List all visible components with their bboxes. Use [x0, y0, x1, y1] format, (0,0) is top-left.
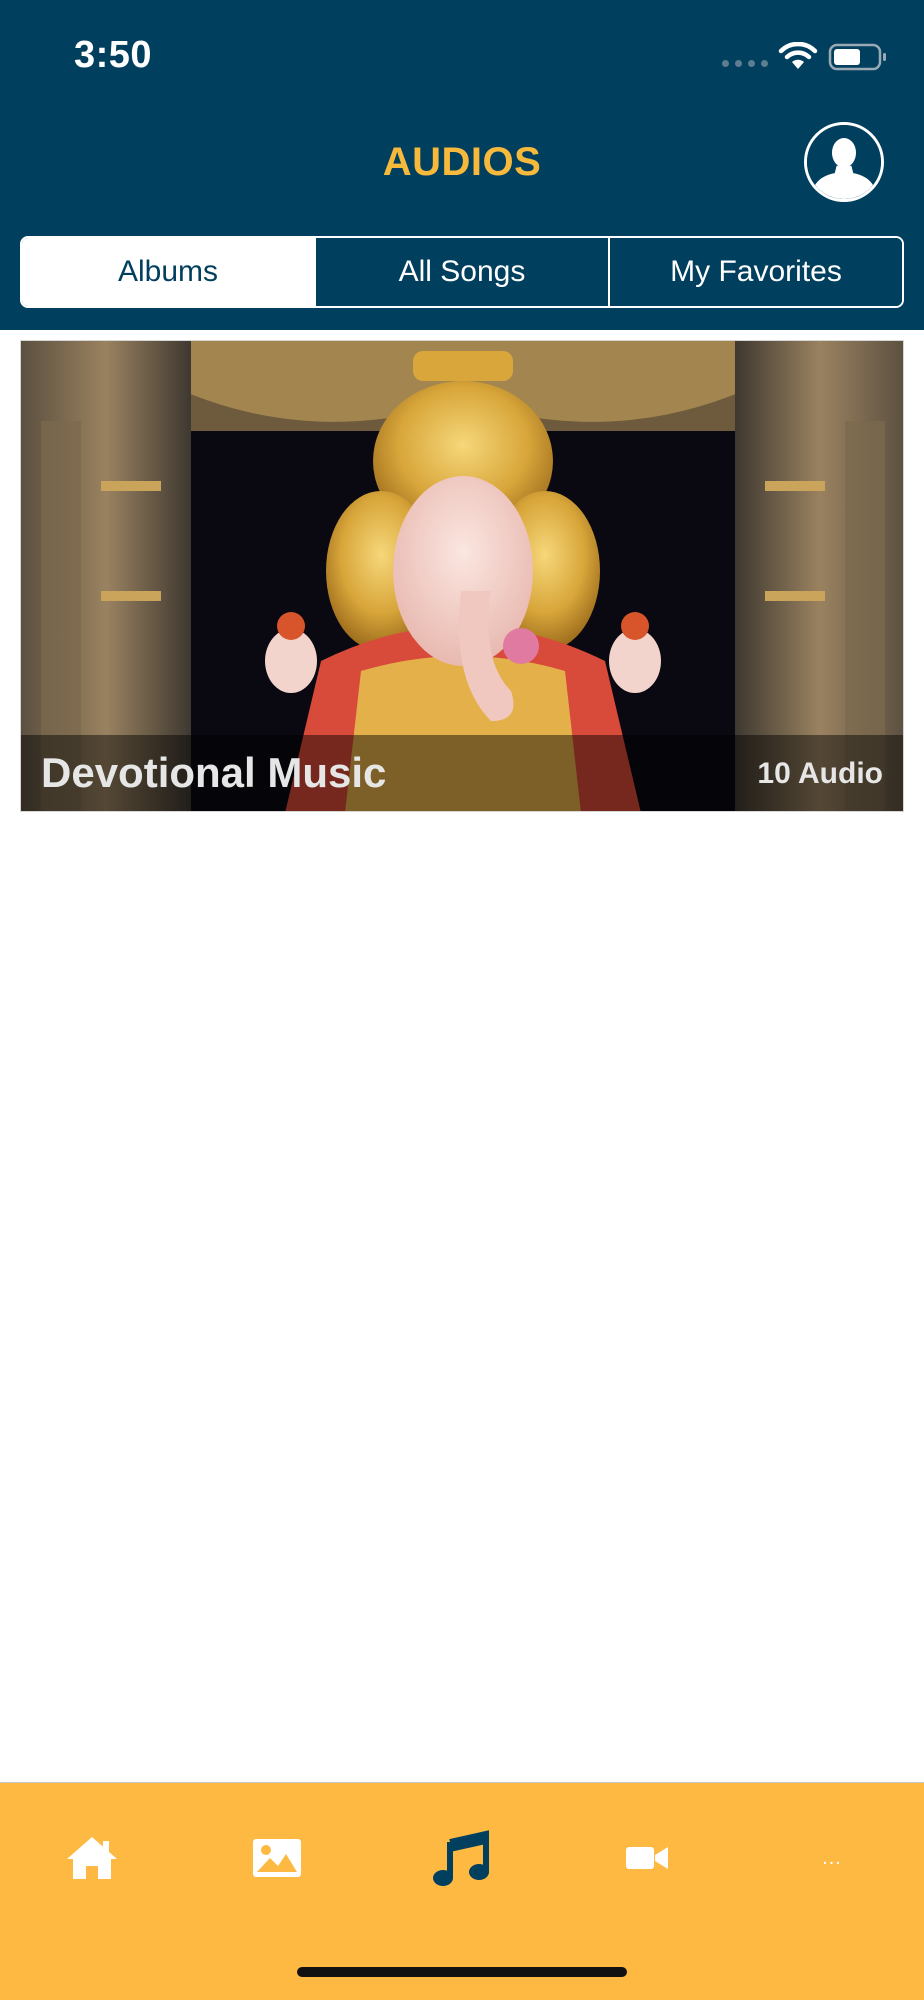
- profile-button[interactable]: [804, 122, 884, 202]
- page-title: AUDIOS: [382, 140, 542, 184]
- segment-all-songs[interactable]: All Songs: [314, 238, 608, 306]
- user-silhouette-icon: [807, 125, 881, 199]
- battery-icon: [828, 43, 886, 71]
- tab-video[interactable]: [602, 1823, 692, 1893]
- home-indicator[interactable]: [297, 1967, 627, 1977]
- cellular-signal-icon: [722, 60, 768, 67]
- app-header: 3:50 AUDIOS Albums All Songs My Favorite…: [0, 0, 924, 330]
- music-note-icon: [433, 1830, 489, 1886]
- wifi-icon: [778, 42, 818, 69]
- more-icon: ...: [822, 1846, 842, 1869]
- status-bar: 3:50: [0, 0, 924, 110]
- segment-my-favorites[interactable]: My Favorites: [608, 238, 902, 306]
- status-time: 3:50: [74, 34, 153, 76]
- album-card[interactable]: Devotional Music 10 Audio: [20, 340, 904, 812]
- home-icon: [67, 1837, 117, 1879]
- image-icon: [253, 1839, 301, 1877]
- album-audio-count: 10 Audio: [757, 757, 883, 790]
- tab-gallery[interactable]: [232, 1823, 322, 1893]
- video-camera-icon: [626, 1847, 668, 1869]
- tab-home[interactable]: [47, 1823, 137, 1893]
- segmented-control: Albums All Songs My Favorites: [20, 236, 904, 308]
- tab-audio[interactable]: [417, 1823, 507, 1893]
- segment-albums[interactable]: Albums: [22, 238, 314, 306]
- tab-more[interactable]: ...: [787, 1823, 877, 1893]
- album-title: Devotional Music: [41, 749, 387, 796]
